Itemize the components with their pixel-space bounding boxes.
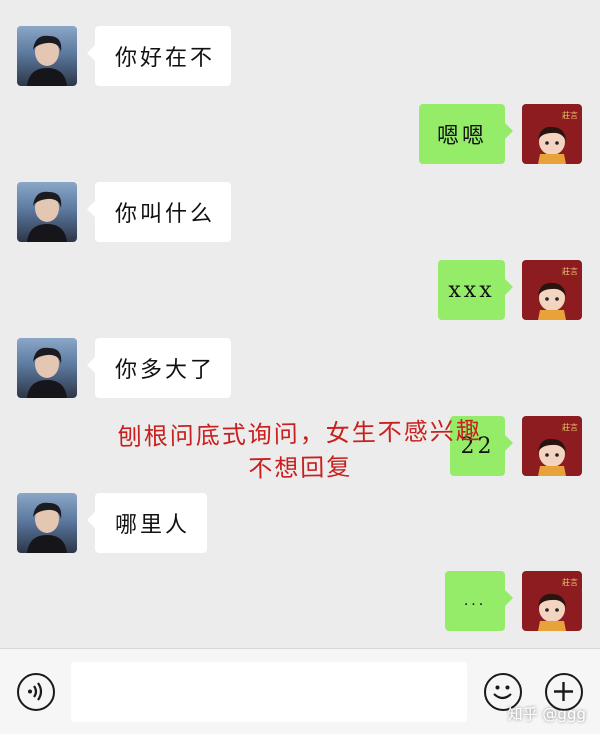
message-text: 哪里人 (115, 513, 191, 538)
message-text: 你叫什么 (115, 202, 216, 227)
chat-area: 你好在不 嗯嗯 莊言 你叫什么 xxx 莊言 你多大了 22 莊言 哪里人 ..… (0, 0, 600, 648)
message-bubble[interactable]: ... (445, 571, 513, 631)
message-bubble[interactable]: 哪里人 (87, 493, 207, 553)
message-text: xxx (448, 277, 495, 303)
message-text: 你多大了 (115, 358, 216, 383)
message-text: 你好在不 (115, 46, 216, 71)
message-text: ... (463, 593, 487, 609)
svg-text:莊言: 莊言 (562, 110, 578, 120)
message-input[interactable] (71, 662, 467, 722)
voice-button[interactable] (17, 673, 55, 711)
self-avatar[interactable]: 莊言 (522, 104, 582, 164)
message-text: 嗯嗯 (436, 124, 487, 149)
message-bubble[interactable]: xxx (438, 260, 513, 320)
svg-text:莊言: 莊言 (562, 422, 578, 432)
contact-avatar[interactable] (17, 26, 77, 86)
svg-text:莊言: 莊言 (562, 266, 578, 276)
input-bar: 知乎 @ggg (0, 648, 600, 734)
self-avatar[interactable]: 莊言 (522, 260, 582, 320)
contact-avatar[interactable] (17, 182, 77, 242)
svg-text:莊言: 莊言 (562, 577, 578, 587)
self-avatar[interactable]: 莊言 (522, 571, 582, 631)
contact-avatar[interactable] (17, 493, 77, 553)
message-bubble[interactable]: 你多大了 (87, 338, 231, 398)
contact-avatar[interactable] (17, 338, 77, 398)
message-bubble[interactable]: 你叫什么 (87, 182, 231, 242)
message-bubble[interactable]: 你好在不 (87, 26, 231, 86)
message-bubble[interactable]: 嗯嗯 (419, 104, 513, 164)
watermark: 知乎 @ggg (507, 705, 586, 723)
voice-icon (28, 682, 43, 701)
annotation-note: 刨根问底式询问，女生不感兴趣 不想回复 (59, 413, 540, 489)
